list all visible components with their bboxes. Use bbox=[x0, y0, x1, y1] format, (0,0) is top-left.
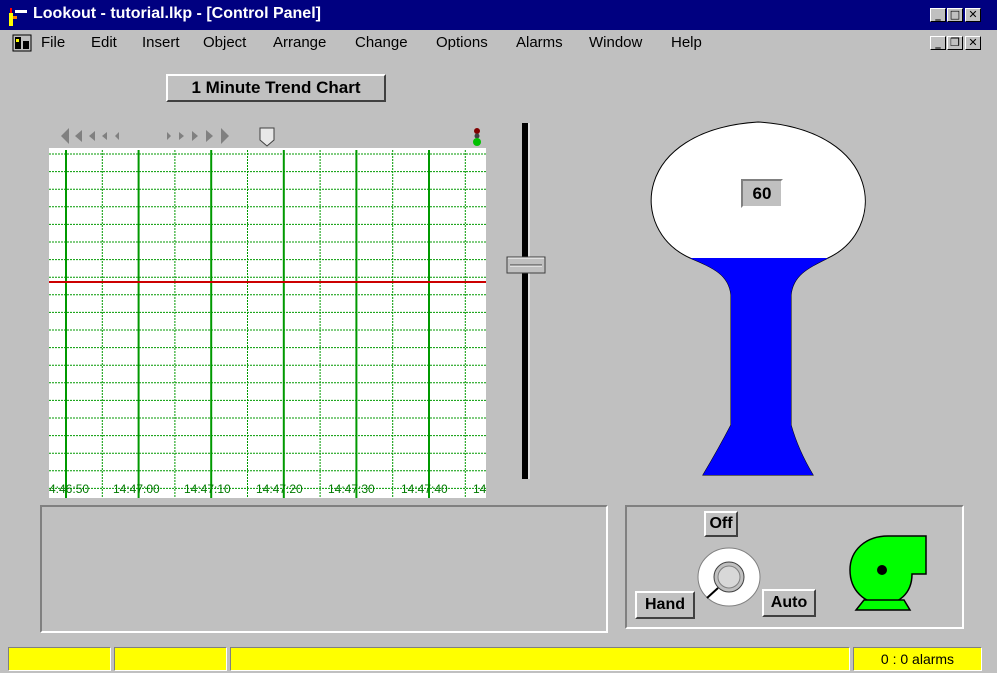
menu-bar: File Edit Insert Object Arrange Change O… bbox=[0, 30, 997, 56]
message-panel bbox=[40, 505, 608, 633]
menu-window[interactable]: Window bbox=[589, 34, 642, 51]
traffic-light-icon bbox=[471, 127, 483, 147]
minimize-icon[interactable]: _ bbox=[930, 8, 946, 22]
menu-alarms[interactable]: Alarms bbox=[516, 34, 563, 51]
window-title: Lookout - tutorial.lkp - [Control Panel] bbox=[33, 5, 321, 22]
maximize-icon[interactable]: □ bbox=[947, 8, 963, 22]
restore-icon[interactable]: ❐ bbox=[947, 36, 963, 50]
time-label: 14:47:20 bbox=[256, 482, 303, 496]
time-label: 4:46:50 bbox=[49, 482, 90, 496]
close-icon[interactable]: ✕ bbox=[965, 36, 981, 50]
menu-edit[interactable]: Edit bbox=[91, 34, 117, 51]
trend-chart-svg bbox=[49, 124, 486, 498]
level-slider[interactable] bbox=[504, 120, 548, 482]
minimize-icon[interactable]: _ bbox=[930, 36, 946, 50]
menu-file[interactable]: File bbox=[41, 34, 65, 51]
slider-thumb[interactable] bbox=[506, 256, 546, 274]
status-segment bbox=[230, 647, 850, 671]
menu-help[interactable]: Help bbox=[671, 34, 702, 51]
menu-options[interactable]: Options bbox=[436, 34, 488, 51]
menu-arrange[interactable]: Arrange bbox=[273, 34, 326, 51]
hand-button[interactable]: Hand bbox=[635, 591, 695, 619]
status-segment bbox=[8, 647, 111, 671]
off-button[interactable]: Off bbox=[704, 511, 738, 537]
document-icon[interactable] bbox=[12, 33, 34, 53]
time-label: 14:47:10 bbox=[184, 482, 231, 496]
time-label: 14:47:00 bbox=[113, 482, 160, 496]
title-bar[interactable]: Lookout - tutorial.lkp - [Control Panel]… bbox=[0, 0, 997, 30]
close-icon[interactable]: ✕ bbox=[965, 8, 981, 22]
menu-insert[interactable]: Insert bbox=[142, 34, 180, 51]
time-label: 14:47:30 bbox=[328, 482, 375, 496]
menu-change[interactable]: Change bbox=[355, 34, 408, 51]
tank-level-value: 60 bbox=[741, 179, 783, 208]
auto-button[interactable]: Auto bbox=[762, 589, 816, 617]
trend-chart[interactable] bbox=[49, 124, 486, 498]
status-segment bbox=[114, 647, 227, 671]
knob-icon[interactable] bbox=[696, 546, 762, 608]
time-label: 14 bbox=[473, 482, 487, 496]
menu-object[interactable]: Object bbox=[203, 34, 246, 51]
trend-grid bbox=[49, 150, 486, 498]
water-tower-tank bbox=[650, 121, 866, 476]
lookout-app-icon[interactable] bbox=[6, 5, 28, 27]
alarm-count[interactable]: 0 : 0 alarms bbox=[853, 647, 982, 671]
slider-track bbox=[522, 123, 528, 479]
pump-icon bbox=[849, 535, 927, 611]
time-label: 14:47:40 bbox=[401, 482, 448, 496]
trend-chart-button[interactable]: 1 Minute Trend Chart bbox=[166, 74, 386, 102]
